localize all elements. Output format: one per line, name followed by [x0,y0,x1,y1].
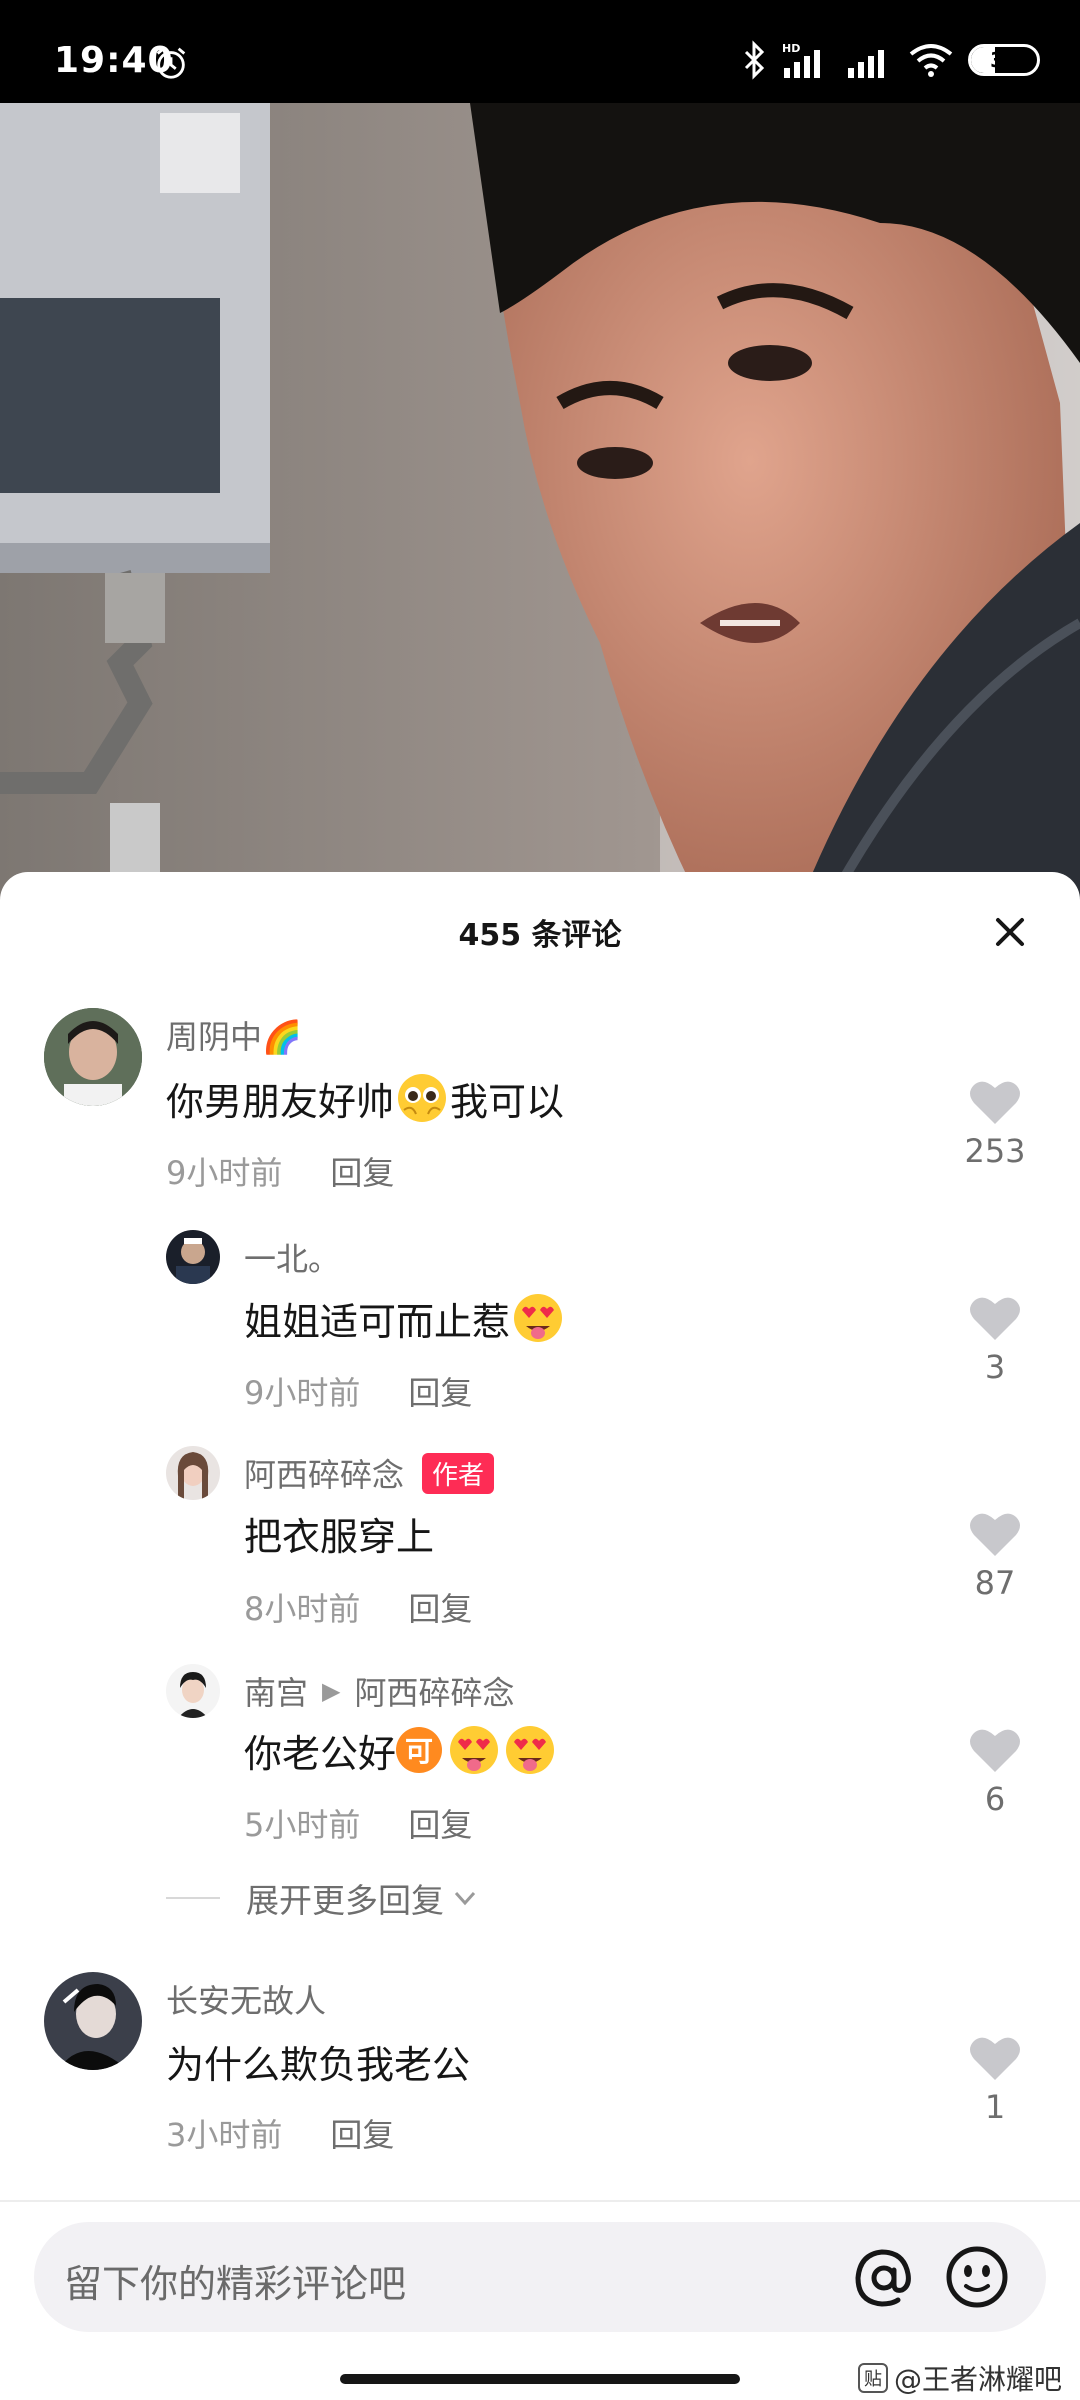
heart-icon [970,2037,1020,2080]
comment-text: 为什么欺负我老公 [166,2043,471,2087]
reply-button[interactable]: 回复 [408,1800,472,1846]
home-indicator[interactable] [340,2374,740,2384]
avatar[interactable] [166,1446,220,1500]
like-button[interactable]: 253 [950,1078,1040,1170]
like-button[interactable]: 6 [950,1726,1040,1818]
divider [0,2200,1080,2202]
comment-text: 姐姐适可而止惹 [244,1299,511,1344]
ke-emoji-icon: 可 [396,1727,443,1773]
expand-label: 展开更多回复 [246,1881,444,1920]
cellular-signal-icon [848,50,884,78]
comment-count-title: 455 条评论 [458,918,622,953]
heart-eyes-tongue-emoji-icon [506,1726,555,1774]
comment-input[interactable]: 留下你的精彩评论吧 [34,2222,1046,2332]
tieba-logo-icon: 贴 [857,2363,888,2393]
wifi-icon [909,44,953,77]
status-bar: 19:40 HD 36 [0,0,1080,103]
bluetooth-icon [744,40,765,80]
watermark-text: @王者淋耀吧 [893,2363,1062,2396]
avatar[interactable] [166,1230,220,1284]
like-count: 6 [984,1780,1006,1818]
heart-icon [970,1513,1020,1556]
status-icons: HD 36 [742,40,1040,80]
heart-icon [970,1729,1020,1772]
chevron-down-icon [454,1891,476,1906]
watermark: 贴 @王者淋耀吧 [857,2358,1062,2398]
like-count: 1 [984,2088,1006,2126]
comment-input-placeholder: 留下你的精彩评论吧 [64,2262,407,2306]
like-button[interactable]: 3 [950,1294,1040,1386]
network-label: HD [782,42,800,55]
username[interactable]: 南宫 [244,1668,308,1714]
comment-time: 5小时前 [244,1806,361,1844]
at-mention-icon[interactable] [852,2246,916,2310]
video-frame [0,103,1080,903]
like-button[interactable]: 87 [950,1510,1040,1602]
avatar[interactable] [44,1008,142,1106]
comment-time: 9小时前 [166,1154,283,1192]
username[interactable]: 长安无故人 [166,1976,326,2022]
heart-icon [970,1081,1020,1124]
comment-text-after: 我可以 [450,1079,565,1124]
cellular-signal-hd-icon: HD [782,42,820,78]
username[interactable]: 一北。 [244,1234,340,1280]
video-player[interactable] [0,103,1080,903]
heart-icon [970,1297,1020,1340]
emoji-picker-icon[interactable] [944,2244,1010,2310]
reply-button[interactable]: 回复 [330,2110,394,2156]
pleading-face-emoji-icon [398,1074,447,1122]
close-icon[interactable] [990,912,1030,952]
comment-time: 8小时前 [244,1590,361,1628]
heart-eyes-tongue-emoji-icon [514,1294,563,1342]
avatar[interactable] [166,1664,220,1718]
divider-line [166,1897,220,1899]
comment-text: 你男朋友好帅 [166,1079,395,1124]
battery-indicator: 36 [968,44,1040,76]
like-count: 3 [984,1348,1006,1386]
comments-sheet: 455 条评论 周阴中🌈 你男朋友好帅 我可以 9小时前 回复 253 一北。 … [0,872,1080,2400]
reply-button[interactable]: 回复 [408,1368,472,1414]
reply-button[interactable]: 回复 [330,1148,394,1194]
like-count: 253 [964,1132,1026,1170]
username[interactable]: 阿西碎碎念 [244,1450,404,1496]
like-button[interactable]: 1 [950,2034,1040,2126]
avatar[interactable] [44,1972,142,2070]
alarm-clock-icon [156,47,186,79]
expand-more-replies-button[interactable]: 展开更多回复 [166,1874,480,1922]
comment-time: 3小时前 [166,2116,283,2154]
heart-eyes-tongue-emoji-icon [450,1726,499,1774]
reply-to-username[interactable]: 阿西碎碎念 [354,1668,514,1714]
reply-button[interactable]: 回复 [408,1584,472,1630]
comment-time: 9小时前 [244,1374,361,1412]
comment-text: 你老公好 [244,1731,397,1776]
comment-text: 把衣服穿上 [244,1515,435,1559]
like-count: 87 [974,1564,1016,1602]
battery-level: 36 [990,48,1018,72]
reply-to-arrow-icon: ▶ [322,1677,341,1705]
author-badge: 作者 [422,1452,495,1494]
username[interactable]: 周阴中🌈 [166,1012,302,1058]
